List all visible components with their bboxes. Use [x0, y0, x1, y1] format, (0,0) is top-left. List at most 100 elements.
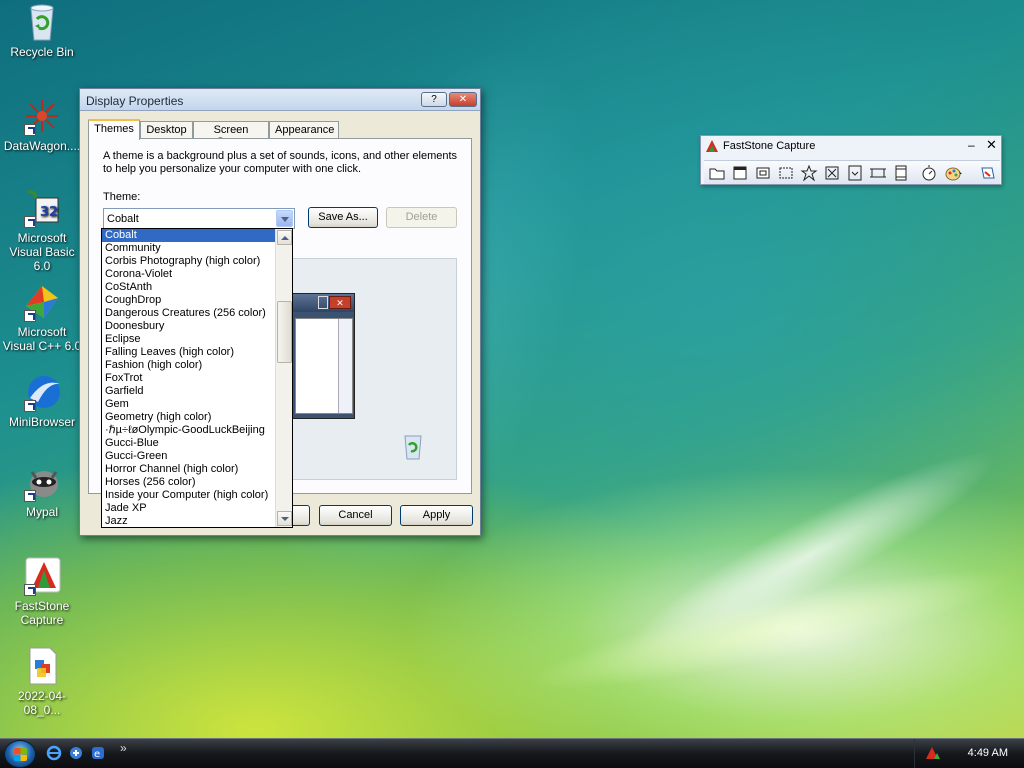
theme-option[interactable]: Doonesbury — [102, 320, 276, 333]
settings-icon[interactable] — [979, 164, 997, 182]
theme-label: Theme: — [103, 191, 141, 203]
theme-option[interactable]: Horses (256 color) — [102, 476, 276, 489]
taskbar: e » 4:49 AM — [0, 738, 1024, 768]
save-as-button[interactable]: Save As... — [308, 207, 378, 228]
theme-option[interactable]: FoxTrot — [102, 372, 276, 385]
ok-button[interactable] — [292, 505, 310, 526]
theme-dropdown-list: Cobalt Community Corbis Photography (high … — [101, 228, 293, 528]
preview-scrollbar — [338, 319, 352, 413]
start-button[interactable] — [4, 740, 36, 768]
theme-option[interactable]: Falling Leaves (high color) — [102, 346, 276, 359]
help-button[interactable]: ? — [421, 92, 447, 107]
tab-appearance[interactable]: Appearance — [269, 121, 339, 139]
theme-option[interactable]: Cobalt — [102, 229, 276, 242]
shortcut-arrow-icon — [24, 124, 36, 136]
svg-text:32: 32 — [40, 205, 58, 220]
image-file-icon — [22, 646, 62, 686]
app-quicklaunch-icon[interactable]: e — [90, 745, 106, 761]
themes-description: A theme is a background plus a set of so… — [103, 150, 458, 175]
desktop-icon-image-file[interactable]: 2022-04-08_0... — [0, 646, 84, 717]
theme-option[interactable]: Dangerous Creatures (256 color) — [102, 307, 276, 320]
theme-option[interactable]: Inside your Computer (high color) — [102, 489, 276, 502]
chevron-down-icon[interactable] — [276, 210, 293, 227]
theme-option[interactable]: CoStAnth — [102, 281, 276, 294]
scroll-up-button[interactable] — [277, 230, 292, 245]
shortcut-arrow-icon — [24, 584, 36, 596]
theme-option[interactable]: Jade XP — [102, 502, 276, 515]
desktop-icon-faststone[interactable]: FastStone Capture — [0, 556, 84, 627]
screen-recorder-icon[interactable] — [892, 164, 910, 182]
capture-scrolling-icon[interactable] — [846, 164, 864, 182]
clock[interactable]: 4:49 AM — [968, 747, 1008, 759]
wallpaper-streak — [608, 425, 1012, 685]
wallpaper-streak — [519, 548, 1021, 712]
close-button[interactable]: ✕ — [449, 92, 477, 107]
color-picker-icon[interactable] — [944, 164, 962, 182]
theme-option[interactable]: ·ℏµ÷ℓøOlympic-GoodLuckBeijing — [102, 424, 276, 437]
faststone-logo-icon — [706, 140, 718, 152]
preview-window: ✕ — [292, 293, 355, 419]
scroll-thumb[interactable] — [277, 301, 292, 363]
dropdown-scrollbar[interactable] — [275, 229, 292, 527]
theme-option[interactable]: Geometry (high color) — [102, 411, 276, 424]
faststone-tray-icon[interactable] — [925, 746, 941, 760]
capture-window-icon[interactable] — [731, 164, 749, 182]
preview-window-body — [295, 318, 353, 414]
mypal-icon — [22, 462, 62, 502]
desktop-icon-visual-cpp[interactable]: Microsoft Visual C++ 6.0 — [0, 282, 84, 353]
recycle-bin-icon — [22, 2, 62, 42]
system-tray: 4:49 AM — [914, 739, 1024, 768]
app-quicklaunch-icon[interactable] — [68, 745, 84, 761]
desktop-icon-minibrowser[interactable]: MiniBrowser — [0, 372, 84, 429]
dialog-titlebar[interactable]: Display Properties ? ✕ — [80, 89, 480, 111]
desktop-icon-label: Mypal — [25, 505, 58, 519]
capture-fullscreen-icon[interactable] — [823, 164, 841, 182]
minimize-button[interactable]: – — [968, 138, 975, 152]
preview-window-titlebar: ✕ — [293, 294, 354, 312]
capture-rectangle-icon[interactable] — [777, 164, 795, 182]
scroll-down-button[interactable] — [277, 511, 292, 526]
delay-timer-icon[interactable] — [920, 164, 938, 182]
cancel-button[interactable]: Cancel — [319, 505, 392, 526]
internet-explorer-icon[interactable] — [46, 745, 62, 761]
quicklaunch-more-button[interactable]: » — [120, 741, 127, 755]
delete-button[interactable]: Delete — [386, 207, 457, 228]
theme-option[interactable]: CoughDrop — [102, 294, 276, 307]
maximize-icon — [318, 296, 328, 309]
open-folder-icon[interactable] — [708, 164, 726, 182]
theme-option[interactable]: Jazz — [102, 515, 276, 527]
theme-select[interactable]: Cobalt — [103, 208, 295, 229]
desktop-icon-label: Recycle Bin — [10, 45, 74, 59]
apply-button[interactable]: Apply — [400, 505, 473, 526]
tab-desktop[interactable]: Desktop — [140, 121, 193, 139]
tab-themes[interactable]: Themes — [88, 119, 140, 140]
desktop-icon-label: MiniBrowser — [8, 415, 75, 429]
faststone-tools — [704, 160, 1000, 184]
desktop-icon-label: Microsoft Visual C++ 6.0 — [2, 325, 82, 353]
capture-freehand-icon[interactable] — [800, 164, 818, 182]
theme-option[interactable]: Eclipse — [102, 333, 276, 346]
theme-option[interactable]: Garfield — [102, 385, 276, 398]
desktop-icon-mypal[interactable]: Mypal — [0, 462, 84, 519]
tab-screen-saver[interactable]: Screen Saver — [193, 121, 269, 148]
theme-option[interactable]: Horror Channel (high color) — [102, 463, 276, 476]
theme-option[interactable]: Corona-Violet — [102, 268, 276, 281]
minibrowser-icon — [22, 372, 62, 412]
close-button[interactable]: ✕ — [986, 137, 997, 153]
visual-basic-icon: 32 — [22, 188, 62, 228]
capture-object-icon[interactable] — [754, 164, 772, 182]
desktop-icon-datawagon[interactable]: DataWagon.... — [0, 96, 84, 153]
dialog-title: Display Properties — [86, 94, 184, 108]
theme-option[interactable]: Gem — [102, 398, 276, 411]
theme-option[interactable]: Corbis Photography (high color) — [102, 255, 276, 268]
desktop-icon-recycle-bin[interactable]: Recycle Bin — [0, 2, 84, 59]
theme-option[interactable]: Gucci-Blue — [102, 437, 276, 450]
capture-fixed-region-icon[interactable] — [869, 164, 887, 182]
theme-option[interactable]: Fashion (high color) — [102, 359, 276, 372]
theme-option[interactable]: Community — [102, 242, 276, 255]
shortcut-arrow-icon — [24, 490, 36, 502]
theme-option[interactable]: Gucci-Green — [102, 450, 276, 463]
desktop-icon-visual-basic[interactable]: 32 Microsoft Visual Basic 6.0 — [0, 188, 84, 273]
faststone-icon — [22, 556, 62, 596]
shortcut-arrow-icon — [24, 400, 36, 412]
